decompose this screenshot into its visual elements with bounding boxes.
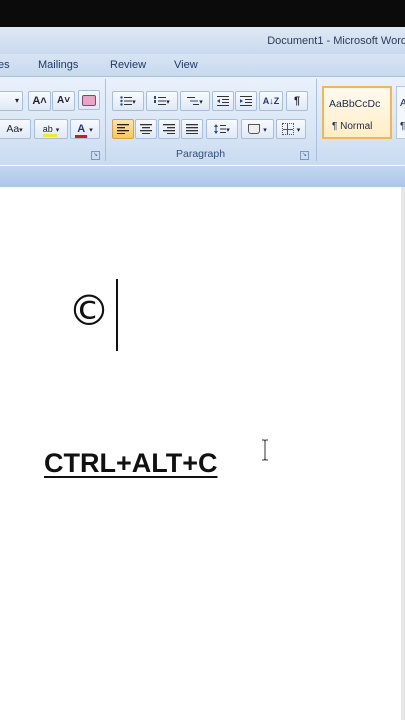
grow-font-button[interactable]: A˄ [28,91,51,111]
font-dialog-launcher-icon[interactable]: ↘ [91,151,100,160]
clear-formatting-button[interactable] [78,90,100,110]
numbering-icon [154,96,167,106]
align-left-button[interactable] [112,119,134,139]
decrease-indent-button[interactable] [212,91,234,111]
eraser-icon [82,95,96,106]
shrink-font-button[interactable]: A˅ [52,91,75,111]
ribbon-tabs: es Mailings Review View [0,54,405,76]
style-normal[interactable]: AaBbCcDc ¶ Normal [322,86,392,139]
sort-icon: A↓Z [262,96,280,106]
multilevel-list-button[interactable]: ▾ [180,91,210,111]
tab-view[interactable]: View [174,59,198,71]
text-cursor [116,279,118,351]
line-spacing-icon [214,124,227,135]
align-center-icon [140,124,152,135]
highlight-icon: ab [42,124,57,137]
title-bar: Document1 - Microsoft Word [0,27,405,55]
tab-review[interactable]: Review [110,59,146,71]
justify-icon [186,124,198,135]
chevron-down-icon: ▾ [226,127,230,134]
align-left-icon [117,124,129,135]
screen-top-bar [0,0,405,27]
shortcut-text: CTRL+ALT+C [44,448,218,478]
paragraph-group-label: Paragraph [176,148,226,160]
chevron-down-icon: ▾ [263,127,267,134]
numbering-button[interactable]: ▾ [146,91,178,111]
group-divider [105,79,106,161]
style-no-spacing-sample: A [400,97,405,109]
shading-button[interactable]: ▾ [241,119,274,139]
bullets-button[interactable]: ▾ [112,91,144,111]
align-right-button[interactable] [158,119,180,139]
chevron-down-icon: ▾ [14,96,19,105]
increase-indent-button[interactable] [235,91,257,111]
highlight-swatch [42,134,57,137]
sort-button[interactable]: A↓Z [259,91,283,111]
borders-button[interactable]: ▾ [276,119,306,139]
chevron-down-icon: ▾ [199,99,203,106]
window-title: Document1 - Microsoft Word [267,35,405,47]
font-color-icon: A [75,123,88,138]
chevron-down-icon: ▾ [89,127,93,134]
style-no-spacing-label: ¶ [400,121,405,132]
show-hide-button[interactable]: ¶ [286,91,308,111]
paint-bucket-icon [248,124,261,135]
align-right-icon [163,124,175,135]
bullets-icon [120,96,133,106]
chevron-down-icon: ▾ [296,127,301,134]
tab-references[interactable]: es [0,59,10,71]
font-color-button[interactable]: A ▾ [70,119,100,139]
borders-icon [281,123,294,136]
style-normal-sample: AaBbCcDc [329,98,381,110]
page-edge [401,187,405,720]
change-case-button[interactable]: Aa▾ [0,119,31,139]
multilevel-list-icon [187,97,200,106]
decrease-indent-icon [217,96,229,107]
font-size-dropdown[interactable]: ▾ [0,91,23,111]
change-case-label: Aa [6,123,20,135]
ibeam-cursor-icon [262,439,268,461]
justify-button[interactable] [181,119,203,139]
chevron-down-icon: ▾ [19,127,23,134]
chevron-down-icon: ▾ [55,127,60,134]
copyright-symbol: © [68,286,110,335]
line-spacing-button[interactable]: ▾ [206,119,238,139]
font-color-label: A [77,123,86,135]
group-divider [316,79,317,161]
pilcrow-icon: ¶ [293,95,301,107]
increase-indent-icon [240,96,252,107]
align-center-button[interactable] [135,119,157,139]
highlight-color-button[interactable]: ab ▾ [34,119,68,139]
tab-mailings[interactable]: Mailings [38,59,78,71]
highlight-label: ab [42,124,53,134]
ribbon: ▾ A˄ A˅ Aa▾ ab ▾ A ▾ ↘ ▾ ▾ ▾ A↓Z ¶ ▾ ▾ ▾… [0,76,405,165]
ruler-bar [0,166,405,187]
chevron-down-icon: ▾ [132,99,136,106]
style-no-spacing[interactable]: A ¶ [396,86,405,139]
font-color-swatch [75,135,88,138]
style-normal-label: ¶ Normal [332,121,373,132]
paragraph-dialog-launcher-icon[interactable]: ↘ [300,151,309,160]
chevron-down-icon: ▾ [166,99,170,106]
